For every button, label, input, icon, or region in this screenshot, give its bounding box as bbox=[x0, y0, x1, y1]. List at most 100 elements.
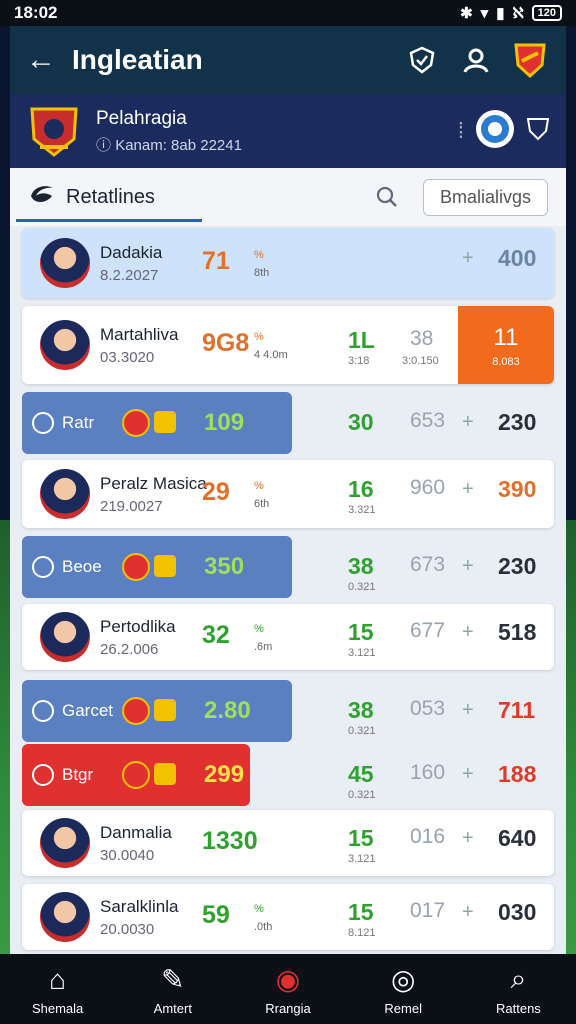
team-tag[interactable]: Beoe 350 bbox=[22, 536, 292, 598]
club-badge-icon[interactable] bbox=[474, 108, 516, 155]
clock-icon bbox=[32, 700, 54, 722]
percent-sub: .0th bbox=[254, 921, 273, 933]
filter-button[interactable]: Bmalialivgs bbox=[422, 178, 548, 216]
green-stat: 30 bbox=[348, 409, 374, 435]
player-avatar-icon bbox=[40, 320, 90, 370]
gray-stat: 017 bbox=[410, 899, 446, 922]
table-row[interactable]: Garcet 2.80 38 0.321 053 +711 bbox=[22, 680, 554, 742]
club-subtitle: ⓘ Kanam: 8ab 22241 bbox=[96, 134, 458, 155]
flag-icon bbox=[154, 763, 176, 785]
gray-stat: 160 bbox=[410, 761, 446, 784]
plus-icon[interactable]: + bbox=[462, 478, 474, 501]
tab-underline bbox=[16, 219, 202, 222]
tab-label: Retatlines bbox=[66, 185, 155, 208]
team-emblem-icon bbox=[122, 553, 150, 581]
green-stat: 15 bbox=[348, 899, 374, 925]
nav-item[interactable]: ◎ Remel bbox=[346, 954, 461, 1024]
percent-sub: 4 4.0m bbox=[254, 349, 288, 361]
team-tag-value: 299 bbox=[204, 761, 245, 788]
plus-icon[interactable]: + bbox=[462, 411, 474, 434]
player-date: 219.0027 bbox=[100, 498, 163, 515]
divider-icon: ⁞ bbox=[457, 118, 464, 143]
team-tag-label: Garcet bbox=[62, 701, 114, 720]
table-row[interactable]: Pertodlika 26.2.006 32% .6m 15 3.121 677 +518 bbox=[22, 604, 554, 670]
nav-item[interactable]: ✎ Amtert bbox=[115, 954, 230, 1024]
bottom-nav: ⌂ Shemala ✎ Amtert ◉ Rrangia ◎ Remel ⌕ Ratte… bbox=[0, 954, 576, 1024]
gray-stat: 960 bbox=[410, 476, 446, 499]
percent-sub: 8th bbox=[254, 267, 270, 279]
club-subtitle-text: Kanam: 8ab 22241 bbox=[115, 136, 242, 154]
club-name: Pelahragia bbox=[96, 107, 187, 129]
nav-item[interactable]: ◉ Rrangia bbox=[230, 954, 345, 1024]
player-name: Martahliva bbox=[100, 325, 179, 344]
shield-small-icon[interactable] bbox=[526, 116, 550, 147]
player-name: Saralklinla bbox=[100, 897, 179, 916]
table-row[interactable]: Ratr 109 30 653 +230 bbox=[22, 392, 554, 454]
green-stat-sub: 0.321 bbox=[348, 581, 376, 593]
percent-unit: % bbox=[254, 903, 264, 915]
nfc-icon: ℵ bbox=[512, 5, 524, 22]
green-stat-sub: 3:18 bbox=[348, 355, 370, 367]
gray-stat: 653 bbox=[410, 409, 446, 432]
plus-icon[interactable]: + bbox=[462, 555, 474, 578]
nav-item[interactable]: ⌕ Rattens bbox=[461, 954, 576, 1024]
plus-icon[interactable]: + bbox=[462, 901, 474, 924]
green-stat: 38 bbox=[348, 553, 374, 579]
tab-retatlines[interactable]: Retatlines bbox=[28, 182, 369, 212]
table-row[interactable]: Peralz Masica 219.0027 29% 6th 16 3.321 960 +39… bbox=[22, 460, 554, 528]
green-stat-sub: 3.321 bbox=[348, 504, 376, 516]
status-time: 18:02 bbox=[14, 3, 58, 22]
table-row[interactable]: Saralklinla 20.0030 59% .0th 15 8.121 017 +030 bbox=[22, 884, 554, 950]
target-icon: ◉ bbox=[275, 964, 301, 995]
score-value: 518 bbox=[498, 619, 537, 645]
table-row[interactable]: Beoe 350 38 0.321 673 +230 bbox=[22, 536, 554, 598]
team-tag[interactable]: Btgr 299 bbox=[22, 744, 250, 806]
table-row[interactable]: Danmalia 30.0040 1330 15 3.121 016 +640 bbox=[22, 810, 554, 876]
player-name: Peralz Masica bbox=[100, 474, 207, 493]
player-name: Danmalia bbox=[100, 823, 172, 842]
team-tag[interactable]: Garcet 2.80 bbox=[22, 680, 292, 742]
club-crest-icon[interactable] bbox=[510, 40, 550, 80]
green-stat: 15 bbox=[348, 825, 374, 851]
back-arrow-icon[interactable]: ← bbox=[26, 43, 66, 77]
plus-icon[interactable]: + bbox=[462, 827, 474, 850]
player-avatar-icon bbox=[40, 892, 90, 942]
gray-stat: 673 bbox=[410, 553, 446, 576]
profile-icon[interactable] bbox=[456, 40, 496, 80]
gray-stat: 677 bbox=[410, 619, 446, 642]
percent-unit: % bbox=[254, 623, 264, 635]
search-icon[interactable] bbox=[369, 179, 405, 215]
player-date: 8.2.2027 bbox=[100, 267, 159, 284]
search-icon: ⌕ bbox=[510, 963, 527, 994]
team-tag-value: 2.80 bbox=[204, 697, 251, 724]
plus-icon[interactable]: + bbox=[462, 247, 474, 270]
team-emblem-icon bbox=[122, 697, 150, 725]
percent-value: 71 bbox=[202, 247, 230, 275]
table-row[interactable]: Dadakia 8.2.2027 71% 8th +400 bbox=[22, 228, 554, 298]
player-name: Dadakia bbox=[100, 243, 163, 262]
home-icon: ⌂ bbox=[49, 963, 67, 995]
signal-icon: ▮ bbox=[496, 5, 505, 22]
percent-sub: .6m bbox=[254, 641, 273, 653]
green-stat: 38 bbox=[348, 697, 374, 723]
team-tag[interactable]: Ratr 109 bbox=[22, 392, 292, 454]
plus-icon[interactable]: + bbox=[462, 621, 474, 644]
table-row[interactable]: Martahliva 03.3020 9G8% 4 4.0m 1L 3:18 38 3:0.1… bbox=[22, 306, 554, 384]
team-tag-label: Btgr bbox=[62, 765, 94, 784]
plus-icon[interactable]: + bbox=[462, 763, 474, 786]
wifi-icon: ▾ bbox=[480, 5, 489, 22]
bluetooth-icon: ✱ bbox=[460, 5, 473, 22]
nav-label: Amtert bbox=[153, 1000, 192, 1016]
nav-item[interactable]: ⌂ Shemala bbox=[0, 954, 115, 1024]
nav-label: Remel bbox=[384, 1000, 422, 1016]
highlight-badge[interactable]: 11 8.083 bbox=[458, 306, 554, 384]
gray-stat-sub: 3:0.150 bbox=[402, 355, 439, 367]
percent-unit: % bbox=[254, 331, 264, 343]
green-stat-sub: 0.321 bbox=[348, 725, 376, 737]
score-value: 030 bbox=[498, 899, 537, 925]
percent-sub: 6th bbox=[254, 498, 270, 510]
plus-icon[interactable]: + bbox=[462, 699, 474, 722]
percent-value: 9G8 bbox=[202, 329, 250, 357]
table-row[interactable]: Btgr 299 45 0.321 160 +188 bbox=[22, 744, 554, 806]
shield-check-icon[interactable] bbox=[402, 40, 442, 80]
